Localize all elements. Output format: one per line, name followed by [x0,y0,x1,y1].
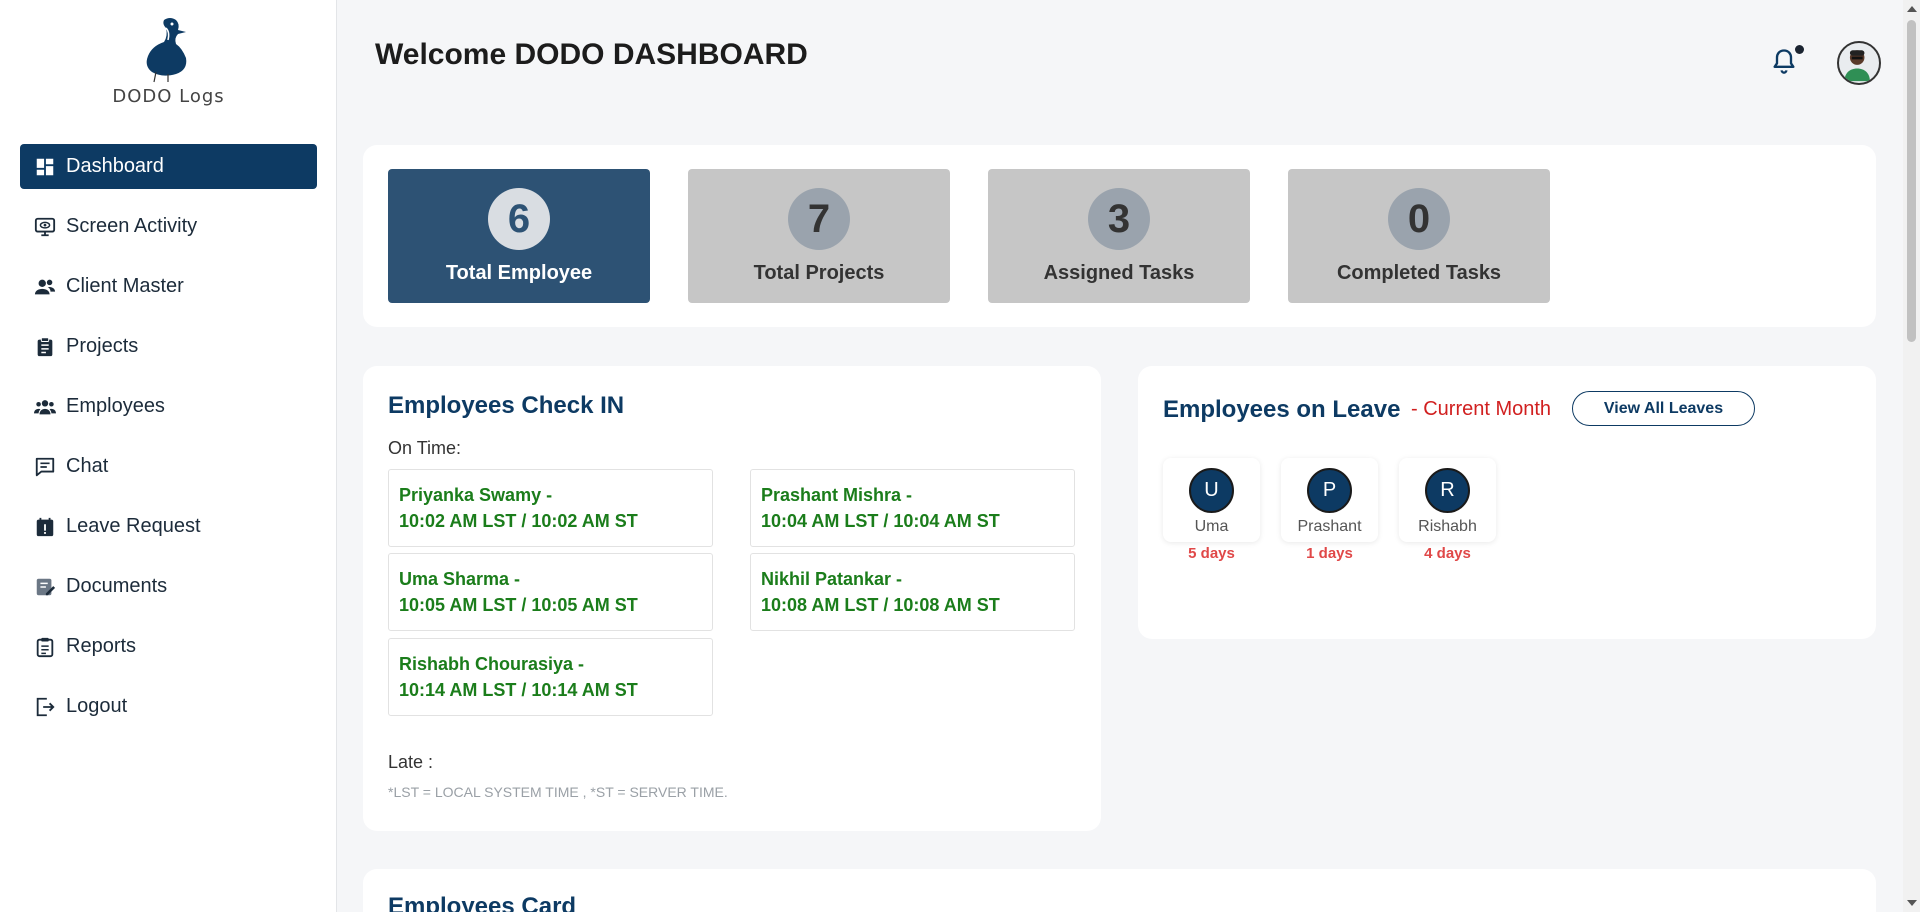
stat-label: Total Projects [753,262,885,284]
late-label: Late : [388,752,434,772]
sidebar-item-label: Chat [66,455,109,477]
leave-name: Rishabh [1418,518,1477,535]
stat-total-projects[interactable]: 7 Total Projects [688,169,950,303]
checkin-title: Employees Check IN [388,392,625,419]
stat-completed-tasks[interactable]: 0 Completed Tasks [1288,169,1550,303]
time-legend-note: *LST = LOCAL SYSTEM TIME , *ST = SERVER … [388,784,728,800]
stat-label: Completed Tasks [1336,262,1502,284]
checkin-card: Employees Check IN On Time: Priyanka Swa… [363,366,1101,831]
dodo-bird-icon [146,18,186,83]
sidebar-item-logout[interactable]: Logout [20,684,317,729]
leave-title: Employees on Leave [1163,396,1401,423]
checkin-name: Nikhil Patankar - [761,569,903,589]
leave-name: Uma [1194,518,1229,535]
sidebar-item-leave-request[interactable]: Leave Request [20,504,317,549]
sidebar-item-reports[interactable]: Reports [20,624,317,669]
sidebar-item-client-master[interactable]: Client Master [20,264,317,309]
stat-label: Assigned Tasks [1043,262,1195,284]
sidebar: DODO Logs Dashboard Screen Activity Clie… [0,0,337,912]
leave-days: 5 days [1188,545,1235,562]
brand-logo[interactable]: DODO Logs [0,14,337,107]
leave-item[interactable]: P Prashant 1 days [1281,458,1378,562]
scroll-thumb[interactable] [1907,20,1916,342]
monitor-eye-icon [34,216,56,238]
checkin-entry: Rishabh Chourasiya - 10:14 AM LST / 10:1… [388,638,713,716]
checkin-name: Uma Sharma - [399,569,521,589]
sidebar-item-projects[interactable]: Projects [20,324,317,369]
stat-value: 0 [1388,188,1450,250]
sidebar-item-employees[interactable]: Employees [20,384,317,429]
sidebar-item-label: Logout [66,695,128,717]
user-avatar[interactable] [1837,41,1881,85]
stat-value: 7 [788,188,850,250]
employees-icon [34,396,56,418]
leave-subtitle: - Current Month [1411,398,1552,420]
checkin-entry: Uma Sharma - 10:05 AM LST / 10:05 AM ST [388,553,713,631]
notification-bell-icon[interactable] [1770,47,1798,75]
leave-days: 1 days [1306,545,1353,562]
checkin-name: Rishabh Chourasiya - [399,654,585,674]
checkin-name: Prashant Mishra - [761,485,913,505]
employees-card-title: Employees Card [388,893,577,912]
leave-name: Prashant [1297,518,1362,535]
scroll-up-icon[interactable] [1907,6,1917,12]
stat-assigned-tasks[interactable]: 3 Assigned Tasks [988,169,1250,303]
document-edit-icon [34,576,56,598]
dashboard-icon [34,156,56,178]
leave-item[interactable]: R Rishabh 4 days [1399,458,1496,562]
checkin-time: 10:08 AM LST / 10:08 AM ST [761,595,1000,615]
stat-value: 6 [488,188,550,250]
sidebar-item-label: Documents [66,575,168,597]
checkin-entry: Nikhil Patankar - 10:08 AM LST / 10:08 A… [750,553,1075,631]
sidebar-item-label: Employees [66,395,165,417]
leave-item[interactable]: U Uma 5 days [1163,458,1260,562]
chat-icon [34,456,56,478]
checkin-time: 10:14 AM LST / 10:14 AM ST [399,680,638,700]
checkin-time: 10:02 AM LST / 10:02 AM ST [399,511,638,531]
stat-value: 3 [1088,188,1150,250]
stat-label: Total Employee [445,262,593,284]
leave-avatar: R [1425,468,1470,513]
client-group-icon [34,276,56,298]
stats-panel: 6 Total Employee 7 Total Projects 3 Assi… [363,145,1876,327]
sidebar-item-label: Leave Request [66,515,201,537]
sidebar-item-chat[interactable]: Chat [20,444,317,489]
notification-badge [1795,45,1804,54]
sidebar-item-label: Client Master [66,275,184,297]
sidebar-item-label: Screen Activity [66,215,198,237]
scroll-down-icon[interactable] [1907,900,1917,906]
page-scrollbar[interactable] [1903,0,1920,912]
sidebar-item-label: Dashboard [66,155,164,177]
brand-name: DODO Logs [112,86,225,107]
leave-days: 4 days [1424,545,1471,562]
leave-avatar: P [1307,468,1352,513]
sidebar-item-dashboard[interactable]: Dashboard [20,144,317,189]
checkin-entry: Priyanka Swamy - 10:02 AM LST / 10:02 AM… [388,469,713,547]
sidebar-item-documents[interactable]: Documents [20,564,317,609]
view-all-leaves-button[interactable]: View All Leaves [1572,391,1755,426]
page-title: Welcome DODO DASHBOARD [375,38,808,71]
employees-card: Employees Card [363,869,1876,912]
checkin-time: 10:04 AM LST / 10:04 AM ST [761,511,1000,531]
on-time-label: On Time: [388,438,462,458]
checkin-time: 10:05 AM LST / 10:05 AM ST [399,595,638,615]
clipboard-icon [34,336,56,358]
report-icon [34,636,56,658]
sidebar-item-label: Reports [66,635,137,657]
logout-icon [34,696,56,718]
sidebar-nav: Dashboard Screen Activity Client Master … [20,144,317,744]
checkin-entry: Prashant Mishra - 10:04 AM LST / 10:04 A… [750,469,1075,547]
calendar-alert-icon [34,516,56,538]
leave-card: Employees on Leave - Current Month View … [1138,366,1876,639]
stat-total-employee[interactable]: 6 Total Employee [388,169,650,303]
checkin-name: Priyanka Swamy - [399,485,553,505]
sidebar-item-screen-activity[interactable]: Screen Activity [20,204,317,249]
leave-avatar: U [1189,468,1234,513]
sidebar-item-label: Projects [66,335,139,357]
